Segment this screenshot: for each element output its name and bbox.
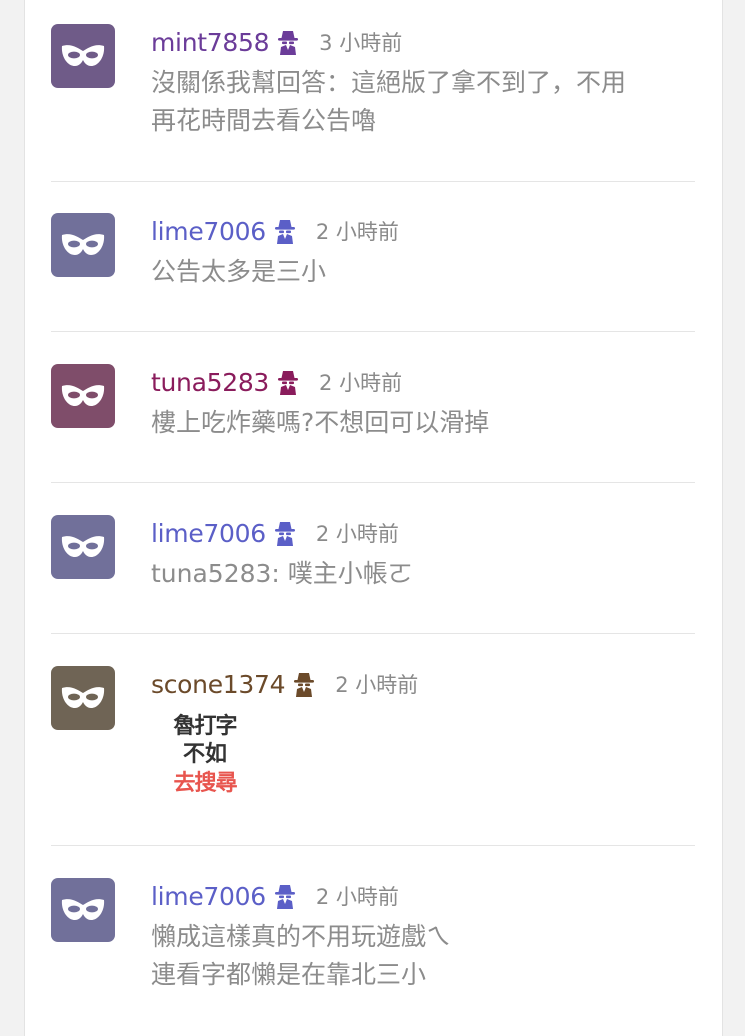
timestamp: 2 小時前 [315,885,399,909]
username[interactable]: tuna5283 [151,368,269,397]
anonymous-mask-icon [61,234,105,255]
comment-line: 再花時間去看公告嚕 [151,106,377,135]
spy-icon [277,29,299,55]
comment-text: 沒關係我幫回答：這絕版了拿不到了，不用 再花時間去看公告嚕 [151,64,626,140]
timestamp: 2 小時前 [315,522,399,546]
username[interactable]: lime7006 [151,519,266,548]
comment-meta: tuna5283 2 小時前 [151,366,402,398]
sticker-line: 不如 [182,741,227,767]
avatar[interactable] [51,213,115,277]
comment-meta: lime7006 2 小時前 [151,517,399,549]
comment-line: 懶成這樣真的不用玩遊戲ㄟ [151,922,452,951]
timestamp: 2 小時前 [319,371,403,395]
comment-line: 連看字都懶是在靠北三小 [151,960,427,989]
avatar[interactable] [51,24,115,88]
comment-line: 樓上吃炸藥嗎?不想回可以滑掉 [151,408,490,437]
comment-meta: mint7858 3 小時前 [151,26,402,58]
comment-text: tuna5283: 噗主小帳ㄛ [151,555,413,593]
spy-icon [274,218,296,244]
timestamp: 3 小時前 [319,31,403,55]
anonymous-mask-icon [61,45,105,66]
username[interactable]: lime7006 [151,882,266,911]
avatar[interactable] [51,364,115,428]
timestamp: 2 小時前 [315,220,399,244]
divider [51,331,695,332]
comment-meta: lime7006 2 小時前 [151,880,399,912]
comment-text: 懶成這樣真的不用玩遊戲ㄟ 連看字都懶是在靠北三小 [151,918,451,994]
sticker-line: 魯打字 [173,713,237,739]
username[interactable]: scone1374 [151,670,286,699]
anonymous-mask-icon [61,687,105,708]
anonymous-mask-icon [61,536,105,557]
avatar[interactable] [51,666,115,730]
comment-line: 公告太多是三小 [151,257,327,286]
divider [51,633,695,634]
divider [51,845,695,846]
spy-icon [274,883,296,909]
comment-line: tuna5283: 噗主小帳ㄛ [151,559,413,588]
comment-line: 沒關係我幫回答：這絕版了拿不到了，不用 [151,68,627,97]
spy-icon [293,671,315,697]
anonymous-mask-icon [61,385,105,406]
sticker-line: 去搜尋 [173,770,237,796]
divider [51,181,695,182]
avatar[interactable] [51,515,115,579]
spy-icon [274,520,296,546]
comment-meta: scone1374 2 小時前 [151,668,418,700]
divider [51,482,695,483]
comment-text: 樓上吃炸藥嗎?不想回可以滑掉 [151,404,489,442]
avatar[interactable] [51,878,115,942]
spy-icon [277,369,299,395]
comment-text: 公告太多是三小 [151,253,326,291]
username[interactable]: mint7858 [151,28,269,57]
username[interactable]: lime7006 [151,217,266,246]
comment-list: mint7858 3 小時前 沒關係我幫回答：這絕版了拿不到了，不用 再花時間去… [24,0,723,1036]
anonymous-mask-icon [61,899,105,920]
comment-meta: lime7006 2 小時前 [151,215,399,247]
sticker-image[interactable]: 魯打字 不如 去搜尋 [157,712,253,808]
timestamp: 2 小時前 [335,673,419,697]
